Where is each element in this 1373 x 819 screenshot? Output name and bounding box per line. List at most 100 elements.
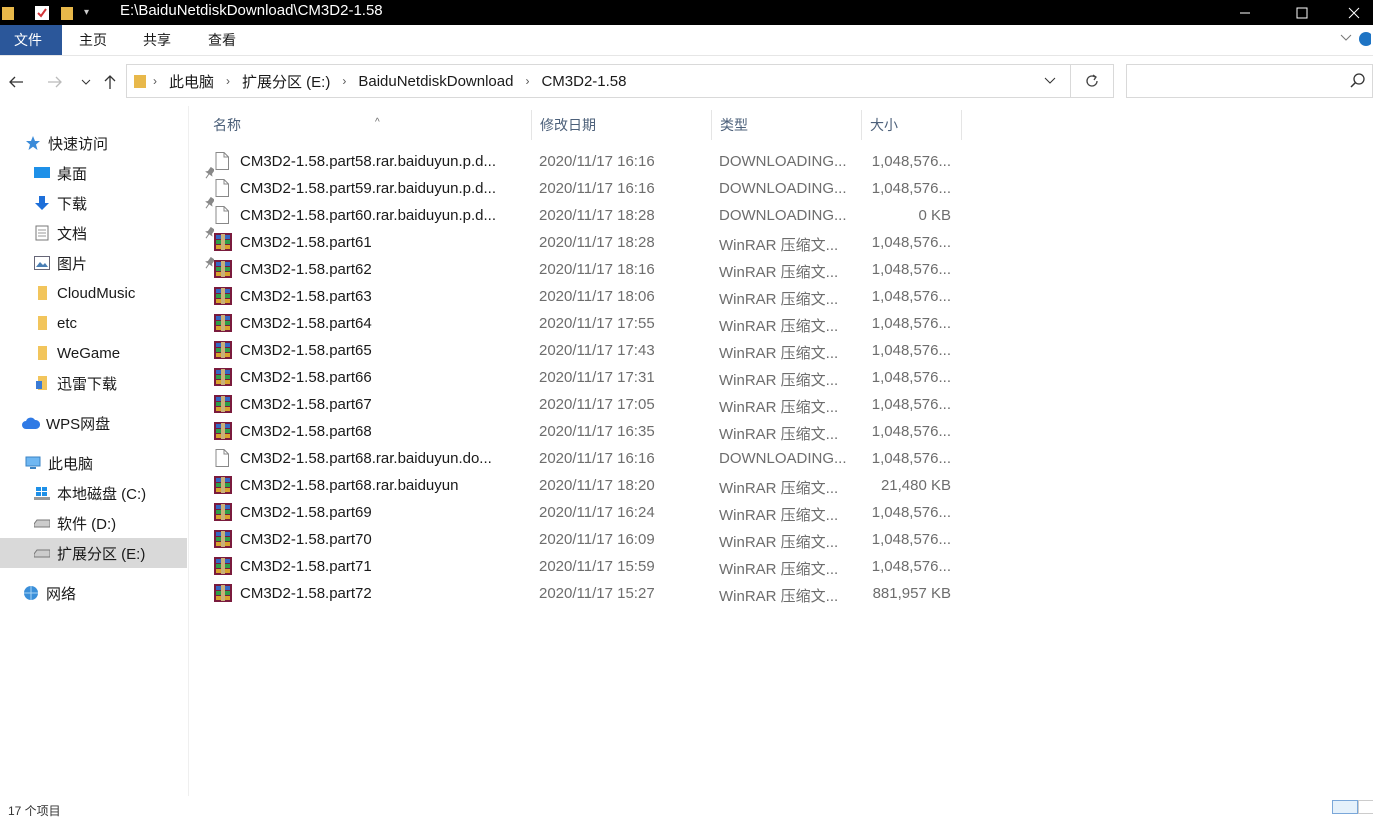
winrar-icon <box>214 341 232 359</box>
file-date: 2020/11/17 16:16 <box>539 450 655 467</box>
file-row[interactable]: CM3D2-1.58.part62 2020/11/17 18:16 WinRAR … <box>210 256 960 283</box>
close-button[interactable] <box>1335 0 1373 25</box>
file-row[interactable]: CM3D2-1.58.part59.rar.baiduyun.p.d... 202… <box>210 175 960 202</box>
maximize-button[interactable] <box>1279 0 1325 25</box>
column-header-date[interactable]: 修改日期 <box>532 110 712 140</box>
address-row: › 此电脑 › 扩展分区 (E:) › BaiduNetdiskDownload… <box>0 56 1373 106</box>
file-row[interactable]: CM3D2-1.58.part70 2020/11/17 16:09 WinRAR … <box>210 526 960 553</box>
expand-ribbon-icon[interactable] <box>1339 31 1353 50</box>
winrar-icon <box>214 584 232 602</box>
breadcrumb-separator-icon[interactable]: › <box>153 74 157 88</box>
tab-share[interactable]: 共享 <box>127 25 187 55</box>
nav-label: 网络 <box>46 585 77 603</box>
folder-icon[interactable] <box>2 5 16 21</box>
search-input[interactable] <box>1126 64 1373 98</box>
file-row[interactable]: CM3D2-1.58.part60.rar.baiduyun.p.d... 202… <box>210 202 960 229</box>
winrar-icon <box>214 368 232 386</box>
refresh-button[interactable] <box>1071 64 1114 98</box>
file-row[interactable]: CM3D2-1.58.part63 2020/11/17 18:06 WinRAR … <box>210 283 960 310</box>
file-size: 1,048,576... <box>871 342 951 359</box>
folder-icon <box>33 284 51 302</box>
blank-file-icon <box>214 449 232 467</box>
new-folder-icon[interactable] <box>60 5 74 21</box>
winrar-icon <box>214 476 232 494</box>
nav-cloudmusic[interactable]: CloudMusic <box>0 278 220 308</box>
column-header-type[interactable]: 类型 <box>712 110 862 140</box>
back-button[interactable] <box>6 72 26 92</box>
address-bar[interactable]: › 此电脑 › 扩展分区 (E:) › BaiduNetdiskDownload… <box>126 64 1071 98</box>
minimize-button[interactable] <box>1222 0 1268 25</box>
customize-dropdown-icon[interactable]: ▾ <box>84 7 89 18</box>
breadcrumb-separator-icon[interactable]: › <box>342 74 346 88</box>
file-name: CM3D2-1.58.part67 <box>240 396 372 413</box>
breadcrumb-separator-icon[interactable]: › <box>226 74 230 88</box>
tab-home[interactable]: 主页 <box>63 25 123 55</box>
file-row[interactable]: CM3D2-1.58.part61 2020/11/17 18:28 WinRAR … <box>210 229 960 256</box>
recent-locations-icon[interactable] <box>76 72 96 92</box>
column-header-name[interactable]: 名称 ^ <box>205 110 532 140</box>
file-row[interactable]: CM3D2-1.58.part68.rar.baiduyun 2020/11/17… <box>210 472 960 499</box>
file-name: CM3D2-1.58.part64 <box>240 315 372 332</box>
file-name: CM3D2-1.58.part60.rar.baiduyun.p.d... <box>240 207 496 224</box>
file-row[interactable]: CM3D2-1.58.part68 2020/11/17 16:35 WinRAR … <box>210 418 960 445</box>
tab-file[interactable]: 文件 <box>0 25 62 55</box>
ribbon-tabs: 文件 主页 共享 查看 <box>0 25 1373 56</box>
file-row[interactable]: CM3D2-1.58.part72 2020/11/17 15:27 WinRAR … <box>210 580 960 607</box>
file-row[interactable]: CM3D2-1.58.part68.rar.baiduyun.do... 2020… <box>210 445 960 472</box>
file-row[interactable]: CM3D2-1.58.part64 2020/11/17 17:55 WinRAR … <box>210 310 960 337</box>
nav-xunlei-downloads[interactable]: 迅雷下载 <box>0 368 220 398</box>
file-row[interactable]: CM3D2-1.58.part58.rar.baiduyun.p.d... 202… <box>210 148 960 175</box>
nav-label: CloudMusic <box>57 284 136 302</box>
file-size: 1,048,576... <box>871 261 951 278</box>
nav-wps-cloud[interactable]: WPS网盘 <box>0 408 209 438</box>
help-icon[interactable] <box>1357 31 1373 52</box>
computer-icon <box>24 454 42 472</box>
file-type: WinRAR 压缩文... <box>719 534 839 551</box>
nav-this-pc[interactable]: 此电脑 <box>0 448 211 478</box>
file-type: WinRAR 压缩文... <box>719 426 839 443</box>
nav-pictures[interactable]: 图片 <box>0 248 220 278</box>
nav-documents[interactable]: 文档 <box>0 218 220 248</box>
file-type: WinRAR 压缩文... <box>719 372 839 389</box>
nav-wegame[interactable]: WeGame <box>0 338 220 368</box>
file-row[interactable]: CM3D2-1.58.part71 2020/11/17 15:59 WinRAR … <box>210 553 960 580</box>
file-name: CM3D2-1.58.part68.rar.baiduyun.do... <box>240 450 492 467</box>
file-date: 2020/11/17 17:55 <box>539 315 655 332</box>
tab-view[interactable]: 查看 <box>192 25 252 55</box>
file-row[interactable]: CM3D2-1.58.part67 2020/11/17 17:05 WinRAR … <box>210 391 960 418</box>
address-dropdown-icon[interactable] <box>1044 74 1056 92</box>
file-name: CM3D2-1.58.part58.rar.baiduyun.p.d... <box>240 153 496 170</box>
nav-label: WPS网盘 <box>46 415 111 433</box>
nav-drive-c[interactable]: 本地磁盘 (C:) <box>0 478 220 508</box>
nav-label: 下载 <box>57 195 88 213</box>
winrar-icon <box>214 260 232 278</box>
up-button[interactable] <box>100 72 120 92</box>
file-row[interactable]: CM3D2-1.58.part65 2020/11/17 17:43 WinRAR … <box>210 337 960 364</box>
nav-drive-e[interactable]: 扩展分区 (E:) <box>0 538 187 568</box>
breadcrumb-baidunetdiskdownload[interactable]: BaiduNetdiskDownload <box>358 73 513 90</box>
breadcrumb-this-pc[interactable]: 此电脑 <box>169 71 214 92</box>
forward-button[interactable] <box>45 72 65 92</box>
nav-label: 迅雷下载 <box>57 375 118 393</box>
nav-quick-access[interactable]: 快速访问 <box>0 128 211 158</box>
nav-network[interactable]: 网络 <box>0 578 209 608</box>
nav-etc[interactable]: etc <box>0 308 220 338</box>
network-icon <box>22 584 40 602</box>
winrar-icon <box>214 530 232 548</box>
blank-file-icon <box>214 152 232 170</box>
breadcrumb-drive-e[interactable]: 扩展分区 (E:) <box>242 71 330 92</box>
properties-icon[interactable] <box>34 5 50 21</box>
blank-file-icon <box>214 179 232 197</box>
nav-downloads[interactable]: 下载 <box>0 188 220 218</box>
drive-icon <box>33 514 51 532</box>
file-date: 2020/11/17 16:16 <box>539 153 655 170</box>
file-name: CM3D2-1.58.part68.rar.baiduyun <box>240 477 459 494</box>
file-size: 0 KB <box>918 207 951 224</box>
file-row[interactable]: CM3D2-1.58.part69 2020/11/17 16:24 WinRAR … <box>210 499 960 526</box>
file-row[interactable]: CM3D2-1.58.part66 2020/11/17 17:31 WinRAR … <box>210 364 960 391</box>
nav-drive-d[interactable]: 软件 (D:) <box>0 508 220 538</box>
breadcrumb-current-folder[interactable]: CM3D2-1.58 <box>541 73 626 90</box>
column-header-size[interactable]: 大小 <box>862 110 962 140</box>
nav-desktop[interactable]: 桌面 <box>0 158 220 188</box>
breadcrumb-separator-icon[interactable]: › <box>525 74 529 88</box>
